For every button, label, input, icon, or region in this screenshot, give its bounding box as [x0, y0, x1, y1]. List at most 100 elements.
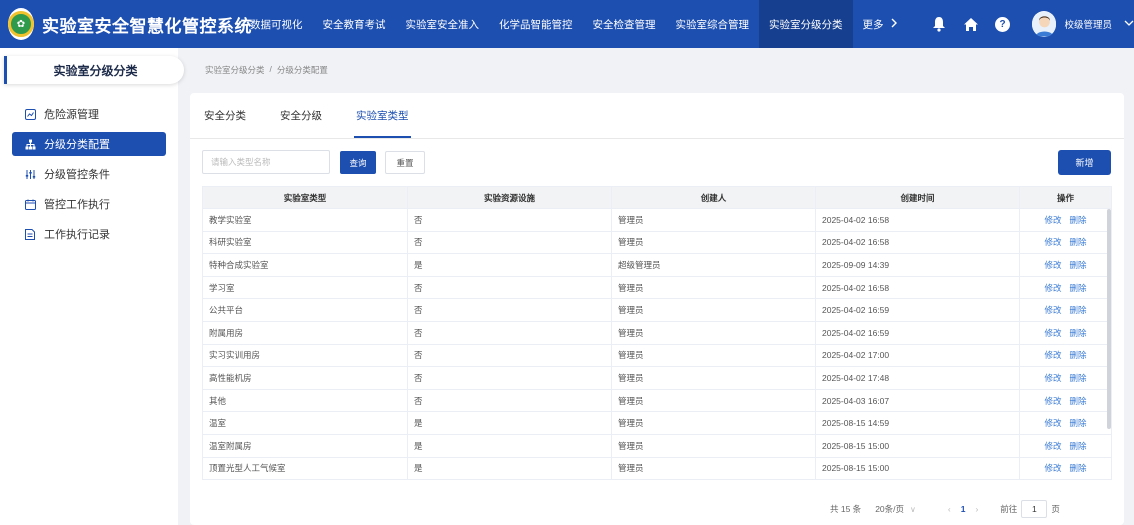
sliders-icon	[24, 169, 36, 180]
tab-bar: 安全分类 安全分级 实验室类型	[204, 93, 443, 138]
reset-button[interactable]: 重置	[385, 151, 425, 174]
prev-page-button[interactable]: ‹	[948, 504, 951, 514]
query-button[interactable]: 查询	[340, 151, 376, 174]
edit-link[interactable]: 修改	[1044, 418, 1061, 428]
nav-item-data-visualization[interactable]: 数据可视化	[240, 0, 313, 48]
cell-actions: 修改 删除	[1019, 344, 1112, 368]
delete-link[interactable]: 删除	[1070, 396, 1087, 406]
delete-link[interactable]: 删除	[1070, 305, 1087, 315]
bell-icon[interactable]	[930, 15, 948, 33]
cell-lab-type: 公共平台	[202, 298, 408, 322]
nav-item-safety-exam[interactable]: 安全教育考试	[313, 0, 396, 48]
page-size-select[interactable]: 20条/页 ∨	[875, 503, 916, 515]
breadcrumb-root[interactable]: 实验室分级分类	[205, 64, 265, 76]
cell-actions: 修改 删除	[1019, 411, 1112, 435]
page-number[interactable]: 1	[961, 504, 966, 514]
edit-link[interactable]: 修改	[1044, 283, 1061, 293]
edit-link[interactable]: 修改	[1044, 373, 1061, 383]
delete-link[interactable]: 删除	[1070, 237, 1087, 247]
edit-link[interactable]: 修改	[1044, 396, 1061, 406]
cell-created-time: 2025-04-02 16:58	[815, 208, 1020, 232]
breadcrumb-current: 分级分类配置	[276, 65, 328, 75]
tab-safety-level[interactable]: 安全分级	[280, 93, 322, 138]
edit-link[interactable]: 修改	[1044, 260, 1061, 270]
table-row: 温室附属房是管理员 2025-08-15 15:00 修改 删除	[202, 434, 1112, 458]
cell-lab-type: 温室	[202, 411, 408, 435]
cell-created-time: 2025-04-02 17:00	[815, 344, 1020, 368]
cell-created-time: 2025-08-15 15:00	[815, 457, 1020, 481]
nav-item-safety-inspection[interactable]: 安全检查管理	[583, 0, 666, 48]
home-icon[interactable]	[962, 15, 980, 33]
tab-divider	[190, 138, 1124, 139]
type-name-search-input[interactable]	[202, 150, 330, 174]
delete-link[interactable]: 删除	[1070, 215, 1087, 225]
delete-link[interactable]: 删除	[1070, 350, 1087, 360]
next-page-button[interactable]: ›	[975, 504, 978, 514]
cell-facility: 否	[407, 321, 612, 345]
chevron-down-icon[interactable]	[1124, 18, 1134, 30]
cell-actions: 修改 删除	[1019, 366, 1112, 390]
user-name[interactable]: 校级管理员	[1064, 17, 1112, 31]
cell-lab-type: 教学实验室	[202, 208, 408, 232]
cell-created-time: 2025-04-02 16:58	[815, 276, 1020, 300]
nav-item-chemical-control[interactable]: 化学品智能管控	[489, 0, 583, 48]
cell-actions: 修改 删除	[1019, 208, 1112, 232]
cell-creator: 管理员	[611, 411, 816, 435]
delete-link[interactable]: 删除	[1070, 463, 1087, 473]
delete-link[interactable]: 删除	[1070, 283, 1087, 293]
edit-link[interactable]: 修改	[1044, 441, 1061, 451]
sidebar-item-label: 分级分类配置	[44, 139, 110, 151]
brand[interactable]: ✿ 实验室安全智慧化管控系统	[0, 8, 252, 40]
top-navbar: ✿ 实验室安全智慧化管控系统 数据可视化 安全教育考试 实验室安全准入 化学品智…	[0, 0, 1134, 48]
avatar[interactable]	[1031, 11, 1057, 37]
sidebar-item-control-execution[interactable]: 管控工作执行	[12, 192, 166, 216]
content-card: 安全分类 安全分级 实验室类型 查询 重置 新增 实验室类型 实验资源设施 创建…	[190, 93, 1124, 525]
sidebar-item-classification-config[interactable]: 分级分类配置	[12, 132, 166, 156]
delete-link[interactable]: 删除	[1070, 373, 1087, 383]
nav-item-lab-management[interactable]: 实验室综合管理	[666, 0, 760, 48]
edit-link[interactable]: 修改	[1044, 305, 1061, 315]
cell-facility: 否	[407, 231, 612, 255]
edit-link[interactable]: 修改	[1044, 237, 1061, 247]
table-row: 公共平台否管理员 2025-04-02 16:59 修改 删除	[202, 298, 1112, 322]
col-header-lab-type: 实验室类型	[202, 186, 408, 209]
tab-safety-category[interactable]: 安全分类	[204, 93, 246, 138]
cell-facility: 否	[407, 344, 612, 368]
edit-link[interactable]: 修改	[1044, 215, 1061, 225]
edit-link[interactable]: 修改	[1044, 328, 1061, 338]
cell-facility: 否	[407, 389, 612, 413]
edit-link[interactable]: 修改	[1044, 350, 1061, 360]
tab-lab-type[interactable]: 实验室类型	[354, 93, 410, 138]
sidebar-item-control-conditions[interactable]: 分级管控条件	[12, 162, 166, 186]
col-header-created-time: 创建时间	[815, 186, 1020, 209]
cell-facility: 否	[407, 208, 612, 232]
table-scrollbar[interactable]	[1107, 209, 1111, 429]
table-row: 高性能机房否管理员 2025-04-02 17:48 修改 删除	[202, 366, 1112, 390]
calendar-icon	[24, 199, 36, 210]
help-icon[interactable]: ?	[994, 15, 1012, 33]
nav-item-lab-access[interactable]: 实验室安全准入	[396, 0, 490, 48]
cell-actions: 修改 删除	[1019, 231, 1112, 255]
delete-link[interactable]: 删除	[1070, 260, 1087, 270]
cell-lab-type: 学习室	[202, 276, 408, 300]
goto-page-input[interactable]	[1021, 500, 1048, 518]
cell-lab-type: 其他	[202, 389, 408, 413]
add-button[interactable]: 新增	[1058, 150, 1111, 175]
chart-icon	[24, 108, 36, 120]
nav-more[interactable]: 更多	[853, 0, 908, 48]
cell-actions: 修改 删除	[1019, 276, 1112, 300]
page-size-value: 20条/页	[875, 504, 905, 514]
nav-item-lab-classification[interactable]: 实验室分级分类	[759, 0, 853, 48]
cell-lab-type: 高性能机房	[202, 366, 408, 390]
delete-link[interactable]: 删除	[1070, 441, 1087, 451]
cell-created-time: 2025-04-03 16:07	[815, 389, 1020, 413]
table-row: 实习实训用房否管理员 2025-04-02 17:00 修改 删除	[202, 344, 1112, 368]
cell-lab-type: 实习实训用房	[202, 344, 408, 368]
delete-link[interactable]: 删除	[1070, 418, 1087, 428]
cell-creator: 管理员	[611, 434, 816, 458]
cell-actions: 修改 删除	[1019, 434, 1112, 458]
edit-link[interactable]: 修改	[1044, 463, 1061, 473]
sidebar-item-execution-records[interactable]: 工作执行记录	[12, 222, 166, 246]
sidebar-item-hazard-management[interactable]: 危险源管理	[12, 102, 166, 126]
delete-link[interactable]: 删除	[1070, 328, 1087, 338]
